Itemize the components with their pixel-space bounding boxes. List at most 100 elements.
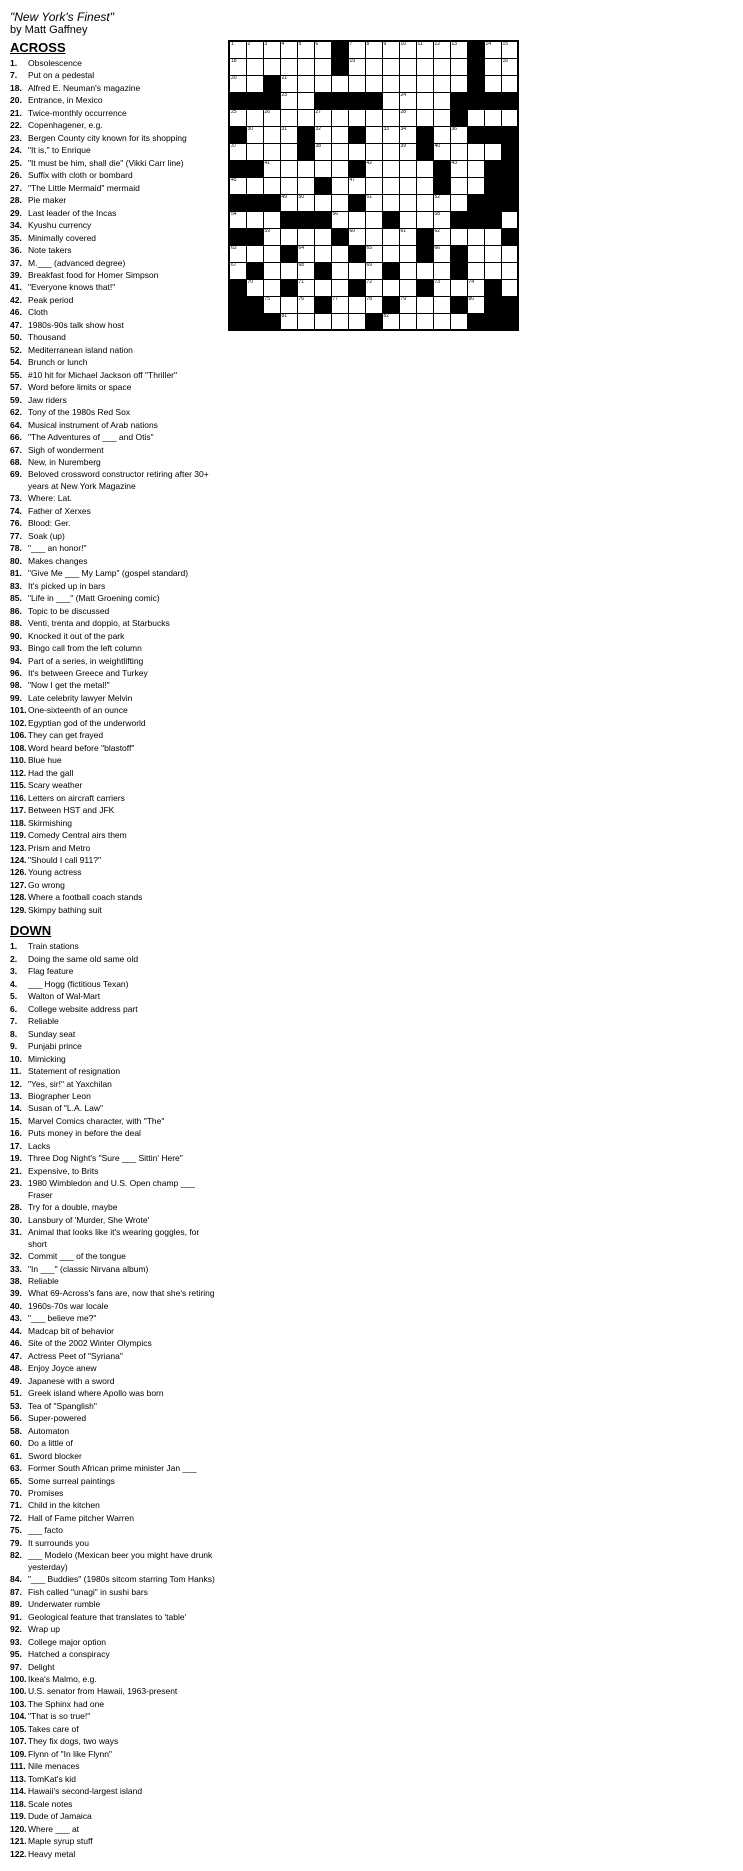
grid-cell[interactable]: [365, 75, 382, 92]
grid-cell[interactable]: [280, 177, 297, 194]
grid-cell[interactable]: 8: [365, 41, 382, 58]
grid-cell[interactable]: [501, 211, 518, 228]
grid-cell[interactable]: 2: [246, 41, 263, 58]
grid-cell[interactable]: [348, 313, 365, 330]
grid-cell[interactable]: 28: [399, 109, 416, 126]
grid-cell[interactable]: [399, 194, 416, 211]
grid-cell[interactable]: [450, 143, 467, 160]
grid-cell[interactable]: [331, 75, 348, 92]
grid-cell[interactable]: 47: [348, 177, 365, 194]
grid-cell[interactable]: 67: [229, 262, 246, 279]
grid-cell[interactable]: [501, 109, 518, 126]
grid-cell[interactable]: [263, 58, 280, 75]
grid-cell[interactable]: 59: [263, 228, 280, 245]
grid-cell[interactable]: 18: [229, 58, 246, 75]
grid-cell[interactable]: 71: [297, 279, 314, 296]
grid-cell[interactable]: 52: [433, 194, 450, 211]
grid-cell[interactable]: [263, 211, 280, 228]
grid-cell[interactable]: [297, 177, 314, 194]
grid-cell[interactable]: 15: [501, 41, 518, 58]
grid-cell[interactable]: [348, 109, 365, 126]
grid-cell[interactable]: 45: [229, 177, 246, 194]
grid-cell[interactable]: [501, 262, 518, 279]
grid-cell[interactable]: [314, 245, 331, 262]
grid-cell[interactable]: 16: [501, 58, 518, 75]
grid-cell[interactable]: [450, 313, 467, 330]
grid-cell[interactable]: [246, 143, 263, 160]
grid-cell[interactable]: 9: [382, 41, 399, 58]
grid-cell[interactable]: 75: [263, 296, 280, 313]
grid-cell[interactable]: [450, 228, 467, 245]
grid-cell[interactable]: 33: [382, 126, 399, 143]
grid-cell[interactable]: [433, 58, 450, 75]
grid-cell[interactable]: [297, 228, 314, 245]
grid-cell[interactable]: [331, 160, 348, 177]
grid-cell[interactable]: [382, 109, 399, 126]
grid-cell[interactable]: [501, 245, 518, 262]
grid-cell[interactable]: 21: [280, 75, 297, 92]
grid-cell[interactable]: [280, 143, 297, 160]
grid-cell[interactable]: 26: [263, 109, 280, 126]
grid-cell[interactable]: [382, 160, 399, 177]
grid-cell[interactable]: 40: [433, 143, 450, 160]
grid-cell[interactable]: [297, 313, 314, 330]
grid-cell[interactable]: [365, 109, 382, 126]
grid-cell[interactable]: [263, 262, 280, 279]
grid-cell[interactable]: [399, 211, 416, 228]
grid-cell[interactable]: 38: [314, 143, 331, 160]
grid-cell[interactable]: 70: [246, 279, 263, 296]
grid-cell[interactable]: [416, 58, 433, 75]
grid-cell[interactable]: [467, 143, 484, 160]
grid-cell[interactable]: 32: [314, 126, 331, 143]
grid-cell[interactable]: [450, 194, 467, 211]
grid-cell[interactable]: [450, 58, 467, 75]
grid-cell[interactable]: 50: [297, 194, 314, 211]
grid-cell[interactable]: 60: [348, 228, 365, 245]
grid-cell[interactable]: 43: [450, 160, 467, 177]
grid-cell[interactable]: 23: [280, 92, 297, 109]
grid-cell[interactable]: [280, 228, 297, 245]
grid-cell[interactable]: [314, 279, 331, 296]
grid-cell[interactable]: [331, 143, 348, 160]
grid-cell[interactable]: [416, 194, 433, 211]
grid-cell[interactable]: 80: [467, 296, 484, 313]
grid-cell[interactable]: [365, 211, 382, 228]
grid-cell[interactable]: 12: [433, 41, 450, 58]
grid-cell[interactable]: [416, 262, 433, 279]
grid-cell[interactable]: [399, 262, 416, 279]
grid-cell[interactable]: 76: [297, 296, 314, 313]
grid-cell[interactable]: 72: [365, 279, 382, 296]
grid-cell[interactable]: 64: [297, 245, 314, 262]
grid-cell[interactable]: [399, 160, 416, 177]
grid-cell[interactable]: [246, 58, 263, 75]
grid-cell[interactable]: [484, 109, 501, 126]
grid-cell[interactable]: 49: [280, 194, 297, 211]
grid-cell[interactable]: 66: [433, 245, 450, 262]
grid-cell[interactable]: [450, 177, 467, 194]
grid-cell[interactable]: [280, 160, 297, 177]
grid-cell[interactable]: [433, 126, 450, 143]
grid-cell[interactable]: [297, 92, 314, 109]
grid-cell[interactable]: [314, 75, 331, 92]
grid-cell[interactable]: [382, 58, 399, 75]
grid-cell[interactable]: 14: [484, 41, 501, 58]
grid-cell[interactable]: 68: [297, 262, 314, 279]
crossword-table[interactable]: 1234567891011121314151819162021232425262…: [228, 40, 519, 331]
grid-cell[interactable]: 20: [229, 75, 246, 92]
grid-cell[interactable]: [331, 109, 348, 126]
grid-cell[interactable]: 4: [280, 41, 297, 58]
grid-cell[interactable]: [484, 228, 501, 245]
grid-cell[interactable]: [246, 109, 263, 126]
grid-cell[interactable]: [280, 109, 297, 126]
grid-cell[interactable]: [263, 177, 280, 194]
grid-cell[interactable]: [382, 245, 399, 262]
grid-cell[interactable]: 30: [246, 126, 263, 143]
grid-cell[interactable]: [433, 109, 450, 126]
grid-cell[interactable]: [314, 58, 331, 75]
grid-cell[interactable]: [433, 296, 450, 313]
grid-cell[interactable]: [399, 245, 416, 262]
grid-cell[interactable]: 7: [348, 41, 365, 58]
grid-cell[interactable]: 58: [433, 211, 450, 228]
grid-cell[interactable]: [365, 177, 382, 194]
grid-cell[interactable]: [331, 194, 348, 211]
